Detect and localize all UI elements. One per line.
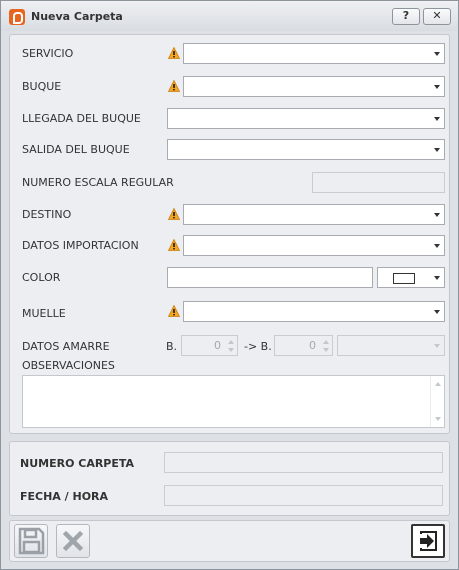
datos-importacion-select[interactable] — [183, 235, 445, 256]
datos-amarre-label: DATOS AMARRE — [22, 340, 110, 353]
salida-label: SALIDA DEL BUQUE — [22, 143, 130, 156]
chevron-down-icon — [434, 310, 440, 314]
chevron-down-icon — [434, 85, 440, 89]
chevron-down-icon — [434, 244, 440, 248]
save-icon — [18, 527, 45, 555]
textarea-scrollbar[interactable] — [430, 376, 444, 427]
llegada-label: LLEGADA DEL BUQUE — [22, 112, 141, 125]
spin-down-icon — [323, 348, 329, 352]
warning-icon — [168, 239, 180, 251]
color-picker[interactable] — [377, 267, 445, 288]
app-logo-icon — [9, 9, 25, 25]
color-name-field[interactable] — [167, 267, 373, 288]
chevron-down-icon — [434, 148, 440, 152]
amarre-side-select — [337, 335, 445, 356]
buque-select[interactable] — [183, 76, 445, 97]
chevron-down-icon — [434, 344, 440, 348]
chevron-down-icon — [434, 52, 440, 56]
llegada-select[interactable] — [167, 108, 445, 129]
exit-button[interactable] — [411, 524, 445, 558]
numero-carpeta-label: NUMERO CARPETA — [20, 457, 135, 470]
exit-icon — [420, 531, 437, 551]
save-button[interactable] — [14, 524, 48, 558]
destino-label: DESTINO — [22, 208, 72, 221]
help-button[interactable]: ? — [392, 8, 420, 25]
destino-select[interactable] — [183, 204, 445, 225]
scroll-up-icon — [435, 382, 441, 386]
observaciones-label: OBSERVACIONES — [22, 359, 115, 372]
salida-select[interactable] — [167, 139, 445, 160]
servicio-label: SERVICIO — [22, 47, 74, 60]
scroll-down-icon — [435, 417, 441, 421]
warning-icon — [168, 305, 180, 317]
fecha-hora-field — [164, 485, 443, 506]
form-panel: SERVICIO BUQUE LLEGADA DEL BUQUE SALIDA … — [9, 34, 450, 434]
dialog-window: Nueva Carpeta ? ✕ SERVICIO BUQUE LLEGADA… — [0, 0, 459, 570]
observaciones-textarea[interactable] — [22, 375, 445, 428]
warning-icon — [168, 208, 180, 220]
title-bar: Nueva Carpeta ? ✕ — [1, 1, 458, 31]
chevron-down-icon — [434, 213, 440, 217]
amarre-from-value: 0 — [214, 339, 221, 352]
datos-importacion-label: DATOS IMPORTACION — [22, 239, 139, 252]
color-label: COLOR — [22, 271, 61, 284]
cancel-icon — [62, 530, 84, 552]
color-swatch — [393, 273, 415, 284]
amarre-to-stepper: 0 — [274, 335, 333, 356]
servicio-select[interactable] — [183, 43, 445, 64]
amarre-from-stepper: 0 — [181, 335, 238, 356]
numero-escala-label: NUMERO ESCALA REGULAR — [22, 176, 174, 189]
spin-down-icon — [228, 348, 234, 352]
spin-up-icon — [323, 340, 329, 344]
summary-panel: NUMERO CARPETA FECHA / HORA — [9, 441, 450, 516]
spin-up-icon — [228, 340, 234, 344]
warning-icon — [168, 47, 180, 59]
amarre-to-prefix: -> B. — [244, 340, 272, 353]
window-title: Nueva Carpeta — [31, 10, 123, 23]
amarre-from-prefix: B. — [166, 340, 178, 353]
muelle-select[interactable] — [183, 301, 445, 322]
warning-icon — [168, 80, 180, 92]
cancel-button[interactable] — [56, 524, 90, 558]
muelle-label: MUELLE — [22, 307, 66, 320]
buque-label: BUQUE — [22, 80, 62, 93]
numero-carpeta-field — [164, 452, 443, 473]
amarre-to-value: 0 — [309, 339, 316, 352]
action-toolbar — [9, 520, 450, 562]
chevron-down-icon — [434, 117, 440, 121]
fecha-hora-label: FECHA / HORA — [20, 490, 109, 503]
close-button[interactable]: ✕ — [423, 8, 451, 25]
numero-escala-field — [312, 172, 445, 193]
chevron-down-icon — [434, 276, 440, 280]
